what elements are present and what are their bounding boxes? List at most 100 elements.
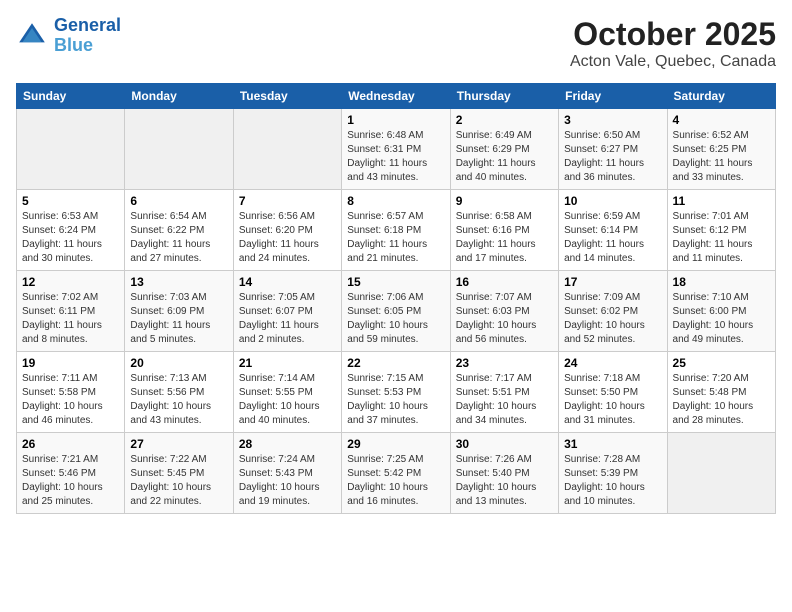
day-number: 10: [564, 194, 661, 208]
day-number: 20: [130, 356, 227, 370]
day-number: 28: [239, 437, 336, 451]
calendar-cell: 11 Sunrise: 7:01 AM Sunset: 6:12 PM Dayli…: [667, 190, 775, 271]
calendar-cell: 9Sunrise: 6:58 AM Sunset: 6:16 PM Daylig…: [450, 190, 558, 271]
day-info: Sunrise: 7:03 AM Sunset: 6:09 PM Dayligh…: [130, 291, 227, 347]
day-info: Sunrise: 7:11 AM Sunset: 5:58 PM Dayligh…: [22, 372, 119, 428]
day-info: Sunrise: 7:15 AM Sunset: 5:53 PM Dayligh…: [347, 372, 444, 428]
weekday-header: Thursday: [450, 84, 558, 109]
calendar-cell: 23 Sunrise: 7:17 AM Sunset: 5:51 PM Dayli…: [450, 352, 558, 433]
day-number: 3: [564, 113, 661, 127]
calendar-cell: 6 Sunrise: 6:54 AM Sunset: 6:22 PM Daylig…: [125, 190, 233, 271]
logo-line1: General: [54, 15, 121, 35]
day-number: 31: [564, 437, 661, 451]
weekday-header: Sunday: [17, 84, 125, 109]
day-number: 12: [22, 275, 119, 289]
calendar-cell: 14 Sunrise: 7:05 AM Sunset: 6:07 PM Dayli…: [233, 271, 341, 352]
day-number: 24: [564, 356, 661, 370]
day-info: Sunrise: 7:17 AM Sunset: 5:51 PM Dayligh…: [456, 372, 553, 428]
day-info: Sunrise: 7:18 AM Sunset: 5:50 PM Dayligh…: [564, 372, 661, 428]
day-number: 2: [456, 113, 553, 127]
calendar-cell: 29Sunrise: 7:25 AM Sunset: 5:42 PM Dayli…: [342, 433, 450, 514]
calendar-cell: 30 Sunrise: 7:26 AM Sunset: 5:40 PM Dayli…: [450, 433, 558, 514]
day-number: 5: [22, 194, 119, 208]
calendar-cell: 16Sunrise: 7:07 AM Sunset: 6:03 PM Dayli…: [450, 271, 558, 352]
day-info: Sunrise: 7:22 AM Sunset: 5:45 PM Dayligh…: [130, 453, 227, 509]
day-info: Sunrise: 7:24 AM Sunset: 5:43 PM Dayligh…: [239, 453, 336, 509]
calendar-cell: 25 Sunrise: 7:20 AM Sunset: 5:48 PM Dayli…: [667, 352, 775, 433]
calendar-cell: 5Sunrise: 6:53 AM Sunset: 6:24 PM Daylig…: [17, 190, 125, 271]
weekday-header: Saturday: [667, 84, 775, 109]
day-number: 9: [456, 194, 553, 208]
day-number: 30: [456, 437, 553, 451]
calendar-cell: 20Sunrise: 7:13 AM Sunset: 5:56 PM Dayli…: [125, 352, 233, 433]
day-number: 21: [239, 356, 336, 370]
day-info: Sunrise: 6:59 AM Sunset: 6:14 PM Dayligh…: [564, 210, 661, 266]
calendar-week-row: 12 Sunrise: 7:02 AM Sunset: 6:11 PM Dayli…: [17, 271, 776, 352]
day-number: 18: [673, 275, 770, 289]
day-info: Sunrise: 6:54 AM Sunset: 6:22 PM Dayligh…: [130, 210, 227, 266]
day-number: 22: [347, 356, 444, 370]
day-number: 14: [239, 275, 336, 289]
title-block: October 2025 Acton Vale, Quebec, Canada: [570, 16, 776, 71]
calendar-cell: 3Sunrise: 6:50 AM Sunset: 6:27 PM Daylig…: [559, 109, 667, 190]
day-number: 8: [347, 194, 444, 208]
weekday-header-row: SundayMondayTuesdayWednesdayThursdayFrid…: [17, 84, 776, 109]
calendar-cell: 26 Sunrise: 7:21 AM Sunset: 5:46 PM Dayli…: [17, 433, 125, 514]
calendar-cell: 4Sunrise: 6:52 AM Sunset: 6:25 PM Daylig…: [667, 109, 775, 190]
day-info: Sunrise: 7:28 AM Sunset: 5:39 PM Dayligh…: [564, 453, 661, 509]
day-info: Sunrise: 7:02 AM Sunset: 6:11 PM Dayligh…: [22, 291, 119, 347]
logo-line2: Blue: [54, 35, 93, 55]
day-info: Sunrise: 7:20 AM Sunset: 5:48 PM Dayligh…: [673, 372, 770, 428]
day-number: 6: [130, 194, 227, 208]
day-number: 11: [673, 194, 770, 208]
day-info: Sunrise: 7:14 AM Sunset: 5:55 PM Dayligh…: [239, 372, 336, 428]
day-info: Sunrise: 7:10 AM Sunset: 6:00 PM Dayligh…: [673, 291, 770, 347]
day-info: Sunrise: 7:05 AM Sunset: 6:07 PM Dayligh…: [239, 291, 336, 347]
page-header: General Blue October 2025 Acton Vale, Qu…: [16, 16, 776, 71]
day-number: 7: [239, 194, 336, 208]
day-number: 23: [456, 356, 553, 370]
day-info: Sunrise: 6:57 AM Sunset: 6:18 PM Dayligh…: [347, 210, 444, 266]
day-number: 1: [347, 113, 444, 127]
day-info: Sunrise: 6:48 AM Sunset: 6:31 PM Dayligh…: [347, 129, 444, 185]
day-info: Sunrise: 7:06 AM Sunset: 6:05 PM Dayligh…: [347, 291, 444, 347]
calendar-title: October 2025: [570, 16, 776, 53]
calendar-cell: [233, 109, 341, 190]
calendar-cell: 31 Sunrise: 7:28 AM Sunset: 5:39 PM Dayli…: [559, 433, 667, 514]
logo: General Blue: [16, 16, 121, 56]
day-number: 13: [130, 275, 227, 289]
calendar-subtitle: Acton Vale, Quebec, Canada: [570, 53, 776, 71]
calendar-cell: 22 Sunrise: 7:15 AM Sunset: 5:53 PM Dayli…: [342, 352, 450, 433]
weekday-header: Friday: [559, 84, 667, 109]
calendar-cell: 27Sunrise: 7:22 AM Sunset: 5:45 PM Dayli…: [125, 433, 233, 514]
logo-icon: [16, 20, 48, 52]
calendar-week-row: 5Sunrise: 6:53 AM Sunset: 6:24 PM Daylig…: [17, 190, 776, 271]
day-number: 25: [673, 356, 770, 370]
calendar-cell: 7 Sunrise: 6:56 AM Sunset: 6:20 PM Daylig…: [233, 190, 341, 271]
calendar-cell: 10 Sunrise: 6:59 AM Sunset: 6:14 PM Dayli…: [559, 190, 667, 271]
calendar-week-row: 26 Sunrise: 7:21 AM Sunset: 5:46 PM Dayli…: [17, 433, 776, 514]
calendar-cell: 28 Sunrise: 7:24 AM Sunset: 5:43 PM Dayli…: [233, 433, 341, 514]
day-number: 4: [673, 113, 770, 127]
calendar-cell: 12 Sunrise: 7:02 AM Sunset: 6:11 PM Dayli…: [17, 271, 125, 352]
calendar-cell: 17Sunrise: 7:09 AM Sunset: 6:02 PM Dayli…: [559, 271, 667, 352]
day-info: Sunrise: 6:56 AM Sunset: 6:20 PM Dayligh…: [239, 210, 336, 266]
calendar-cell: 21 Sunrise: 7:14 AM Sunset: 5:55 PM Dayli…: [233, 352, 341, 433]
calendar-cell: [17, 109, 125, 190]
weekday-header: Wednesday: [342, 84, 450, 109]
calendar-cell: 18 Sunrise: 7:10 AM Sunset: 6:00 PM Dayli…: [667, 271, 775, 352]
calendar-table: SundayMondayTuesdayWednesdayThursdayFrid…: [16, 83, 776, 514]
day-info: Sunrise: 7:26 AM Sunset: 5:40 PM Dayligh…: [456, 453, 553, 509]
day-number: 19: [22, 356, 119, 370]
weekday-header: Monday: [125, 84, 233, 109]
calendar-cell: [125, 109, 233, 190]
calendar-week-row: 19 Sunrise: 7:11 AM Sunset: 5:58 PM Dayli…: [17, 352, 776, 433]
calendar-cell: 8 Sunrise: 6:57 AM Sunset: 6:18 PM Daylig…: [342, 190, 450, 271]
calendar-cell: 15Sunrise: 7:06 AM Sunset: 6:05 PM Dayli…: [342, 271, 450, 352]
day-info: Sunrise: 7:01 AM Sunset: 6:12 PM Dayligh…: [673, 210, 770, 266]
day-info: Sunrise: 7:25 AM Sunset: 5:42 PM Dayligh…: [347, 453, 444, 509]
day-info: Sunrise: 7:21 AM Sunset: 5:46 PM Dayligh…: [22, 453, 119, 509]
calendar-week-row: 1 Sunrise: 6:48 AM Sunset: 6:31 PM Daylig…: [17, 109, 776, 190]
calendar-cell: 19 Sunrise: 7:11 AM Sunset: 5:58 PM Dayli…: [17, 352, 125, 433]
day-number: 26: [22, 437, 119, 451]
